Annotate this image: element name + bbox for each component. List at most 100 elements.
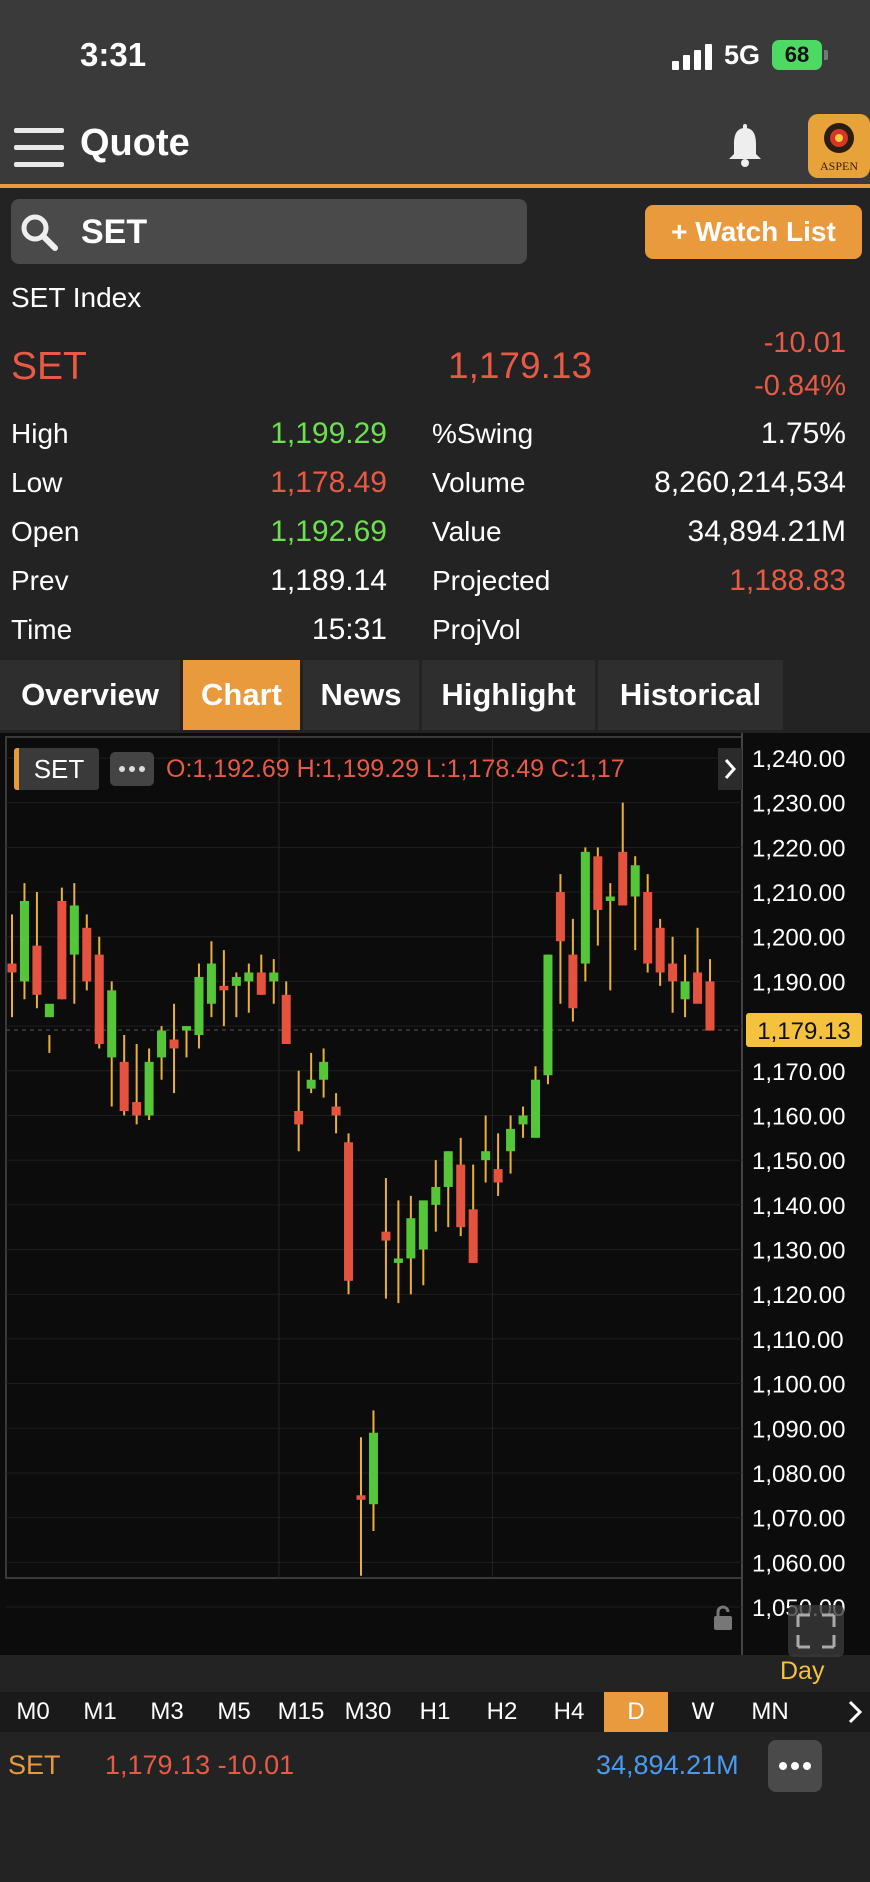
y-tick-label: 1,120.00 — [752, 1282, 845, 1309]
candle-body — [94, 954, 104, 1044]
timeframe-m30[interactable]: M30 — [335, 1692, 401, 1732]
chart-period-label[interactable]: Day — [780, 1657, 824, 1686]
candle-body — [518, 1115, 528, 1125]
candle-body — [643, 892, 653, 964]
stat-value: 1,189.14 — [270, 564, 387, 597]
timeframe-m3[interactable]: M3 — [134, 1692, 200, 1732]
chart-candles — [7, 802, 715, 1576]
ohlc-values: O:1,192.69 H:1,199.29 L:1,178.49 C:1,17 — [166, 755, 625, 783]
hamburger-menu-icon[interactable] — [14, 128, 64, 168]
candle-body — [157, 1030, 167, 1058]
candle-body — [132, 1102, 142, 1116]
security-name: SET Index — [11, 282, 142, 313]
candle-body — [593, 856, 603, 910]
ellipsis-icon — [119, 766, 145, 772]
aspen-logo-mark: ASPEN — [820, 123, 858, 173]
candle-body — [107, 990, 117, 1058]
signal-icon — [672, 44, 714, 70]
candle-body — [680, 981, 690, 1000]
tab-highlight[interactable]: Highlight — [422, 660, 595, 730]
lock-icon[interactable] — [712, 1605, 734, 1636]
chart-more-icon[interactable] — [110, 752, 154, 786]
footer-value: 34,894.21M — [596, 1750, 739, 1780]
stat-value: 34,894.21M — [687, 515, 846, 548]
candle-body — [331, 1106, 341, 1116]
candle-body — [44, 1003, 54, 1018]
symbol-search-input[interactable]: SET — [11, 199, 527, 264]
page-title: Quote — [80, 122, 190, 164]
chevron-right-icon[interactable] — [718, 748, 742, 790]
y-tick-label: 1,100.00 — [752, 1372, 845, 1399]
timeframe-scroll-right-icon[interactable] — [840, 1692, 870, 1732]
aspen-logo[interactable]: ASPEN — [808, 114, 870, 178]
candle-body — [630, 865, 640, 897]
last-price-label: 1,179.13 — [757, 1018, 850, 1045]
candle-body — [568, 954, 578, 1009]
y-tick-label: 1,200.00 — [752, 925, 845, 952]
footer-symbol[interactable]: SET — [8, 1750, 61, 1781]
expand-chart-icon[interactable] — [788, 1605, 844, 1662]
timeframe-mn[interactable]: MN — [737, 1692, 803, 1732]
timeframe-h2[interactable]: H2 — [469, 1692, 535, 1732]
timeframe-m5[interactable]: M5 — [201, 1692, 267, 1732]
candle-body — [119, 1061, 129, 1112]
candle-body — [381, 1231, 391, 1241]
y-tick-label: 1,070.00 — [752, 1506, 845, 1533]
status-time: 3:31 — [80, 36, 147, 73]
stat-label: Value — [432, 516, 502, 547]
candle-body — [443, 1151, 453, 1187]
y-tick-label: 1,060.00 — [752, 1550, 845, 1577]
candle-body — [431, 1186, 441, 1205]
candle-body — [244, 972, 254, 982]
candle-body — [531, 1079, 540, 1138]
last-price: 1,179.13 — [448, 345, 593, 386]
bell-icon[interactable] — [726, 124, 764, 168]
stat-value: 1,178.49 — [270, 466, 387, 499]
y-tick-label: 1,170.00 — [752, 1059, 845, 1086]
stat-label: Low — [11, 467, 63, 498]
candle-body — [294, 1111, 304, 1125]
candlestick-chart[interactable]: 1,240.00 1,230.00 1,220.00 1,210.00 1,200.00… — [0, 733, 870, 1655]
search-icon — [21, 214, 58, 251]
stat-value: 1,188.83 — [729, 564, 846, 597]
candle-body — [82, 927, 92, 982]
stat-value: 15:31 — [311, 613, 387, 646]
logo-text: ASPEN — [820, 159, 858, 173]
candle-body — [705, 981, 715, 1031]
tab-news[interactable]: News — [303, 660, 419, 730]
timeframe-h4[interactable]: H4 — [536, 1692, 602, 1732]
tab-chart[interactable]: Chart — [183, 660, 300, 730]
timeframe-h1[interactable]: H1 — [402, 1692, 468, 1732]
candle-body — [206, 963, 216, 1004]
timeframe-d[interactable]: D — [604, 1692, 668, 1732]
candle-body — [356, 1495, 366, 1500]
timeframe-m15[interactable]: M15 — [268, 1692, 334, 1732]
stat-value: 8,260,214,534 — [654, 466, 846, 499]
tab-historical[interactable]: Historical — [598, 660, 783, 730]
candle-body — [618, 851, 628, 906]
add-watchlist-button[interactable]: + Watch List — [645, 205, 862, 259]
y-tick-label: 1,130.00 — [752, 1238, 845, 1265]
footer-more-button[interactable] — [768, 1740, 822, 1792]
timeframe-m0[interactable]: M0 — [0, 1692, 66, 1732]
candle-body — [144, 1061, 154, 1116]
chart-symbol-chip[interactable]: SET — [14, 748, 99, 790]
timeframe-w[interactable]: W — [670, 1692, 736, 1732]
stat-value: 1,192.69 — [270, 515, 387, 548]
y-tick-label: 1,230.00 — [752, 791, 845, 818]
percent-change: -0.84% — [754, 370, 846, 402]
candle-body — [468, 1209, 478, 1263]
candle-body — [231, 976, 241, 986]
price-chart[interactable]: 1,240.00 1,230.00 1,220.00 1,210.00 1,200.00… — [0, 733, 870, 1685]
candle-body — [393, 1258, 403, 1263]
candle-body — [19, 900, 29, 982]
timeframe-m1[interactable]: M1 — [67, 1692, 133, 1732]
stat-label: Projected — [432, 565, 551, 596]
timeframe-bar: M0 M1 M3 M5 M15 M30 H1 H2 H4 D W MN — [0, 1692, 870, 1732]
tab-overview[interactable]: Overview — [0, 660, 180, 730]
candle-body — [580, 851, 590, 964]
y-tick-label: 1,210.00 — [752, 880, 845, 907]
candle-body — [543, 954, 553, 1076]
candle-body — [506, 1128, 516, 1152]
quote-symbol: SET — [11, 345, 87, 388]
